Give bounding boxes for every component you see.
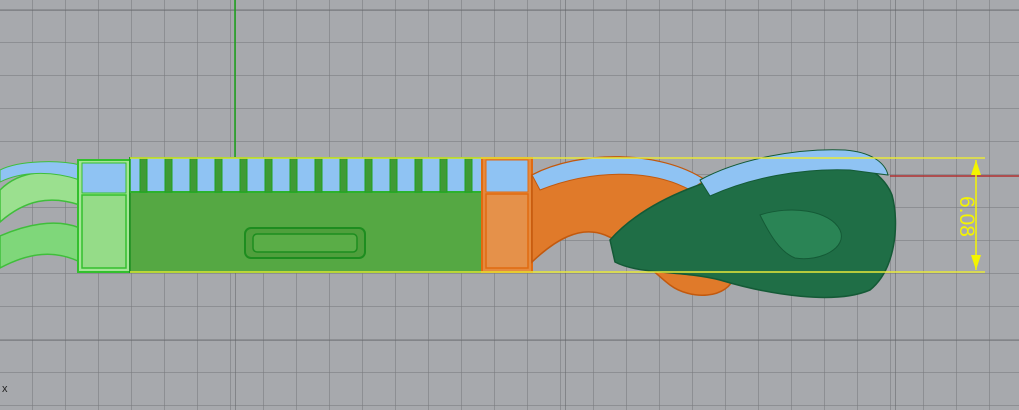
dimension-label[interactable]: 6.08 — [943, 196, 983, 237]
left-link[interactable] — [0, 159, 131, 273]
center-bar[interactable] — [129, 157, 483, 273]
model-view[interactable] — [0, 0, 1019, 410]
viewport-front[interactable]: 6.08 x — [0, 0, 1019, 410]
axis-x-icon: x — [2, 383, 8, 395]
right-end-cap[interactable] — [481, 157, 533, 273]
